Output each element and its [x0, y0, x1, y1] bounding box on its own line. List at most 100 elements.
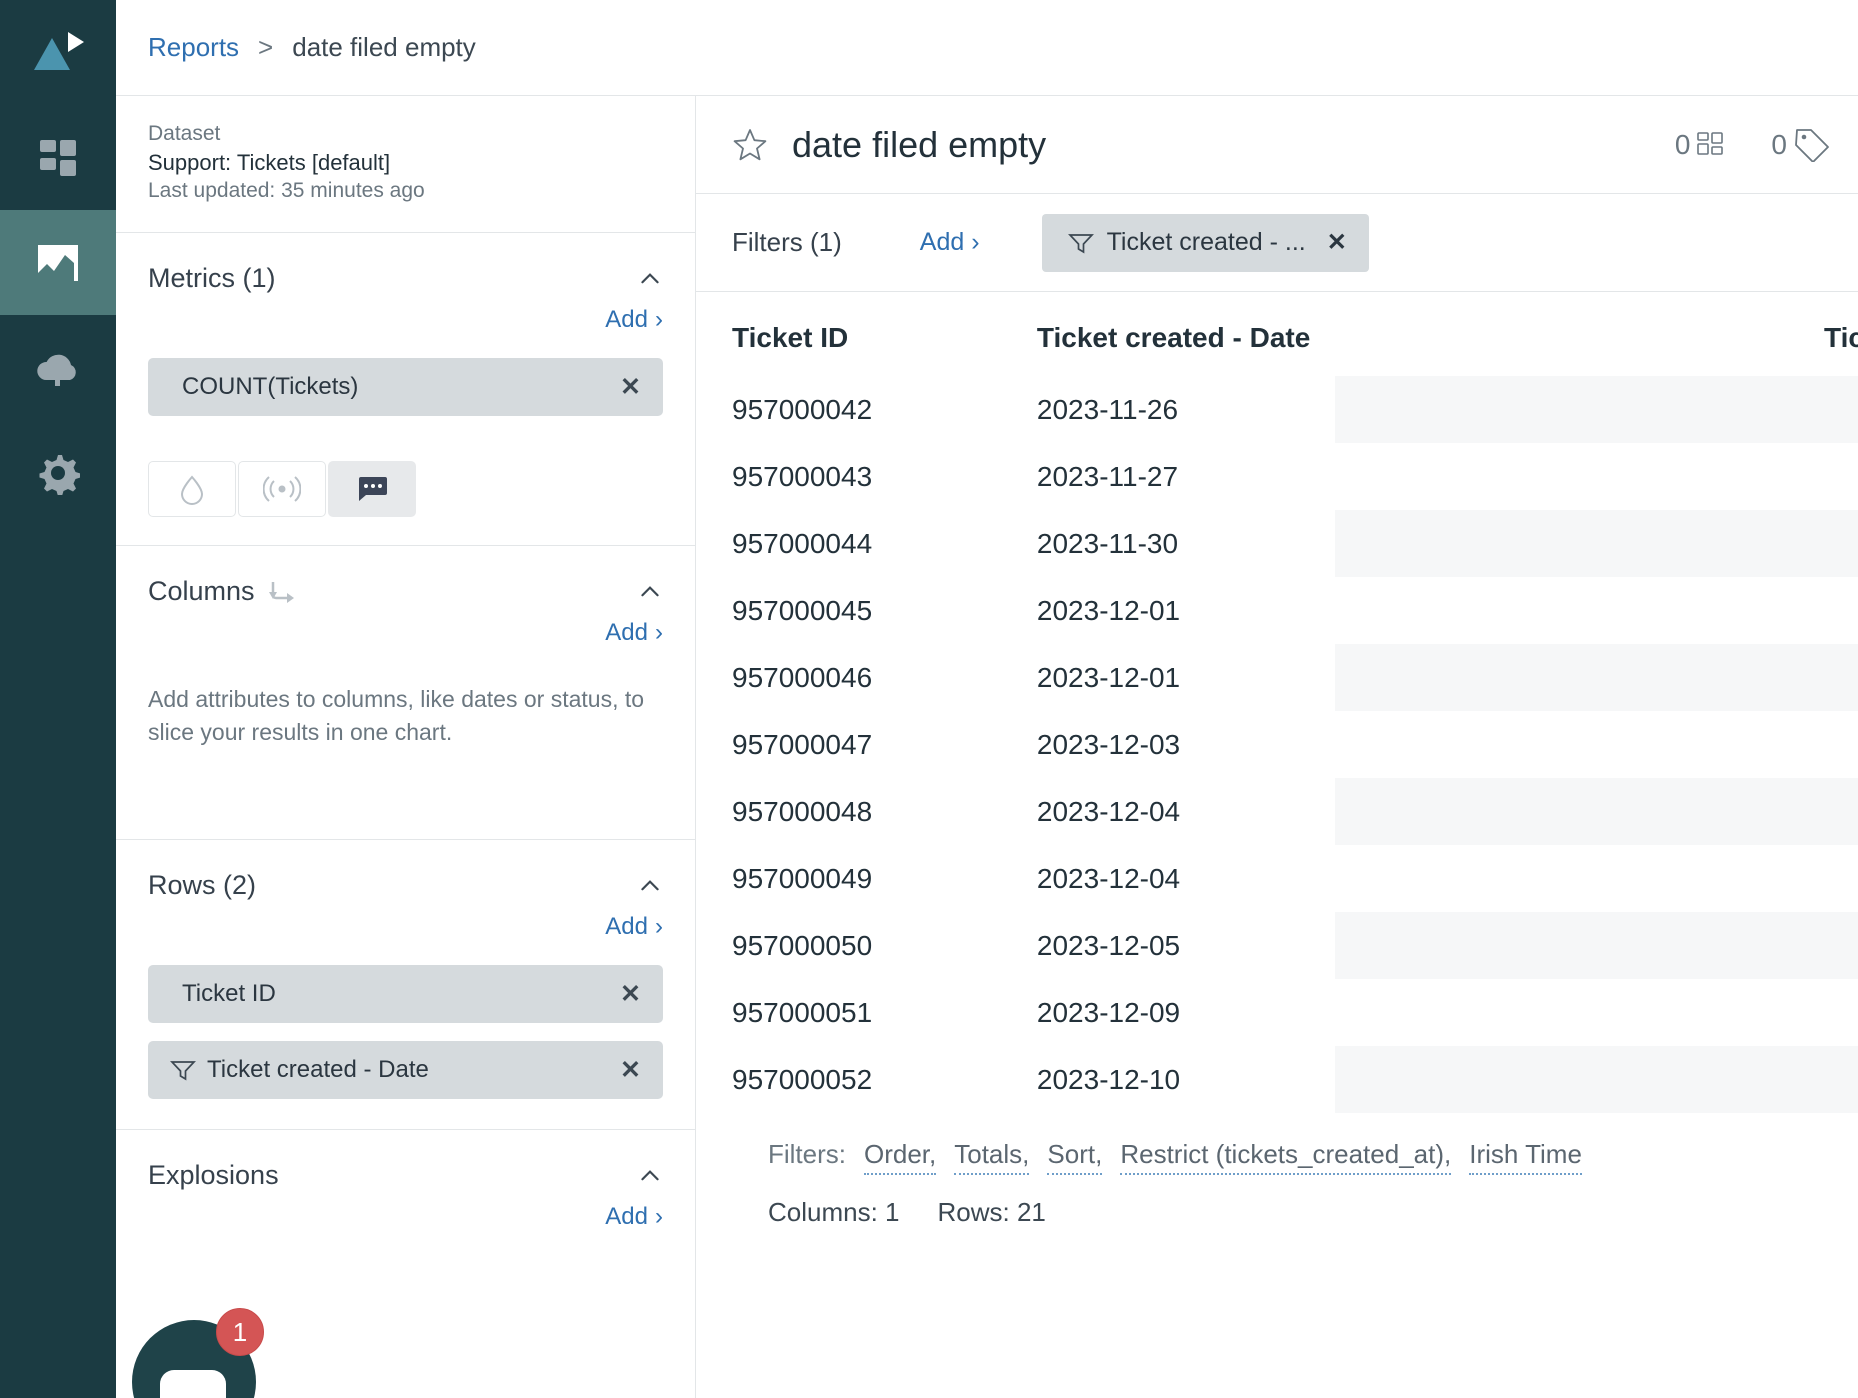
row-chip-remove-button[interactable]: ✕ [620, 979, 641, 1009]
filters-add-button[interactable]: Add › [920, 228, 980, 257]
metrics-collapse-chevron-icon[interactable] [637, 266, 663, 292]
columns-collapse-chevron-icon[interactable] [637, 579, 663, 605]
viz-toggle-comment[interactable] [328, 461, 416, 518]
cell-ticket-id: 957000046 [732, 661, 873, 693]
viz-toggle-droplet[interactable] [148, 461, 236, 518]
rows-panel: Rows (2) Add › Ticket ID ✕ Ticket create… [116, 840, 695, 1131]
filter-chip-label: Ticket created - ... [1106, 228, 1306, 256]
table-row[interactable]: 957000044 2023-11-30 1 [732, 510, 1858, 577]
footer-link-totals[interactable]: Totals, [954, 1139, 1030, 1175]
cell-ticket-id: 957000052 [732, 1063, 873, 1095]
metrics-add-label: Add [605, 306, 648, 334]
tag-usage-counter[interactable]: 0 [1771, 128, 1830, 162]
filter-chip-remove-button[interactable]: ✕ [1327, 228, 1347, 257]
dataset-last-updated: Last updated: 35 minutes ago [148, 178, 425, 202]
cell-ticket-id: 957000042 [732, 393, 873, 425]
cell-ticket-id: 957000043 [732, 460, 873, 492]
pivot-arrow-icon[interactable] [267, 578, 297, 606]
cell-ticket-id: 957000049 [732, 862, 873, 894]
report-title: date filed empty [792, 123, 1047, 165]
breadcrumb-reports-link[interactable]: Reports [148, 32, 239, 63]
column-header-ticket-created-date[interactable]: Ticket created - Date [1037, 292, 1335, 376]
table-row[interactable]: 957000051 2023-12-09 1 [732, 979, 1858, 1046]
footer-link-restrict[interactable]: Restrict (tickets_created_at), [1120, 1139, 1452, 1175]
row-chip-ticket-id[interactable]: Ticket ID ✕ [148, 965, 663, 1024]
sidebar-item-dashboards[interactable] [0, 105, 116, 210]
columns-title-label: Columns [148, 576, 255, 607]
row-chip-label: Ticket ID [182, 980, 276, 1008]
sidebar-item-upload[interactable] [0, 315, 116, 420]
grid-icon [40, 139, 76, 176]
breadcrumb-current: date filed empty [292, 32, 476, 62]
cell-ticket-created-date: 2023-12-09 [1036, 996, 1181, 1028]
funnel-icon [1067, 233, 1094, 254]
table-row[interactable]: 957000048 2023-12-04 1 [732, 778, 1858, 845]
cell-ticket-id: 957000048 [732, 795, 873, 827]
cloud-upload-icon [37, 354, 76, 386]
filters-bar: Filters (1) Add › Ticket created - ... ✕ [696, 194, 1858, 292]
metric-viz-toggle-group [148, 461, 663, 518]
rows-add-label: Add [605, 913, 648, 941]
columns-add-label: Add [605, 619, 648, 647]
metrics-add-button[interactable]: Add › [605, 306, 663, 334]
dataset-name: Support: Tickets [default] [148, 149, 391, 175]
metrics-title: Metrics (1) [148, 263, 276, 294]
table-row[interactable]: 957000050 2023-12-05 1 [732, 912, 1858, 979]
report-header: date filed empty 0 0 [696, 96, 1858, 194]
row-chip-ticket-created-date[interactable]: Ticket created - Date ✕ [148, 1041, 663, 1100]
footer-link-timezone[interactable]: Irish Time [1469, 1139, 1582, 1175]
table-row[interactable]: 957000043 2023-11-27 1 [732, 443, 1858, 510]
cell-ticket-created-date: 2023-12-03 [1036, 728, 1181, 760]
cell-ticket-created-date: 2023-11-26 [1036, 393, 1179, 425]
footer-link-sort[interactable]: Sort, [1047, 1139, 1103, 1175]
columns-add-button[interactable]: Add › [605, 619, 663, 647]
explosions-add-button[interactable]: Add › [605, 1203, 663, 1231]
table-row[interactable]: 957000046 2023-12-01 1 [732, 644, 1858, 711]
cell-ticket-created-date: 2023-12-01 [1036, 594, 1181, 626]
filters-add-label: Add [919, 228, 965, 256]
report-main: date filed empty 0 0 Filters (1) Add › T… [696, 96, 1858, 1398]
table-row[interactable]: 957000049 2023-12-04 1 [732, 845, 1858, 912]
cell-tickets-value: 1 [1334, 376, 1858, 443]
table-row[interactable]: 957000052 2023-12-10 1 [732, 1046, 1858, 1113]
metric-chip-remove-button[interactable]: ✕ [620, 372, 641, 402]
droplet-icon [180, 475, 204, 506]
table-body: 957000042 2023-11-26 1 957000043 2023-11-27 1… [732, 376, 1858, 1113]
footer-filters-label: Filters: [768, 1139, 846, 1169]
metric-chip-count-tickets[interactable]: COUNT(Tickets) ✕ [148, 358, 663, 417]
tag-icon [1795, 128, 1829, 162]
left-nav-rail [0, 0, 116, 1398]
rows-collapse-chevron-icon[interactable] [637, 873, 663, 899]
cell-ticket-created-date: 2023-12-04 [1036, 795, 1181, 827]
app-logo[interactable] [0, 0, 116, 105]
signal-icon [263, 476, 301, 503]
dataset-block[interactable]: Dataset Support: Tickets [default] Last … [116, 96, 695, 234]
column-header-tickets[interactable]: Tickets [1335, 292, 1858, 376]
columns-panel: Columns Add › Add attributes to columns,… [116, 546, 695, 841]
viz-toggle-signal[interactable] [238, 461, 326, 518]
explosions-collapse-chevron-icon[interactable] [637, 1163, 663, 1189]
sidebar-item-settings[interactable] [0, 420, 116, 525]
chart-icon [38, 244, 78, 281]
app-root: Reports > date filed empty Dataset Suppo… [0, 0, 1858, 1398]
table-row[interactable]: 957000042 2023-11-26 1 [732, 376, 1858, 443]
table-row[interactable]: 957000045 2023-12-01 1 [732, 577, 1858, 644]
footer-link-order[interactable]: Order, [864, 1139, 937, 1175]
chevron-right-icon: › [971, 228, 980, 256]
columns-title: Columns [148, 576, 297, 607]
filters-label: Filters (1) [732, 227, 842, 257]
explosions-title: Explosions [148, 1160, 279, 1191]
cell-ticket-id: 957000047 [732, 728, 873, 760]
star-outline-icon[interactable] [732, 127, 768, 163]
table-row[interactable]: 957000047 2023-12-03 1 [732, 711, 1858, 778]
rows-add-button[interactable]: Add › [605, 913, 663, 941]
row-chip-remove-button[interactable]: ✕ [620, 1055, 641, 1085]
dashboard-usage-counter[interactable]: 0 [1675, 129, 1724, 161]
column-header-ticket-id[interactable]: Ticket ID [732, 292, 1037, 376]
footer-filters-line: Filters: Order, Totals, Sort, Restrict (… [768, 1139, 1858, 1175]
report-config-panel: Dataset Support: Tickets [default] Last … [116, 0, 696, 1398]
cell-ticket-id: 957000051 [732, 996, 873, 1028]
sidebar-item-explore[interactable] [0, 210, 116, 315]
help-notification-badge[interactable]: 1 [216, 1308, 264, 1356]
filter-chip-ticket-created[interactable]: Ticket created - ... ✕ [1041, 213, 1369, 272]
